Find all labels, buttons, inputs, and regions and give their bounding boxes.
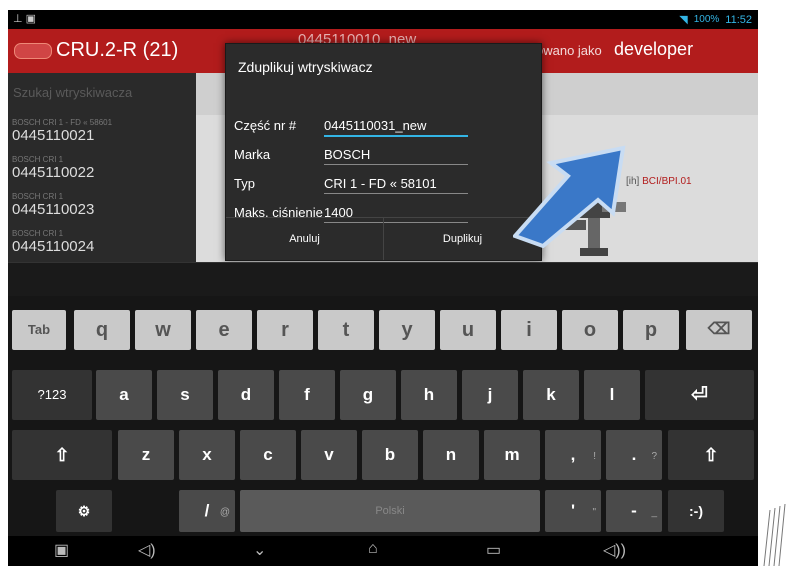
list-item[interactable]: BOSCH CRI 1 0445110022 — [12, 155, 94, 181]
duplicate-injector-dialog: Zduplikuj wtryskiwacz Część nr # 0445110… — [225, 43, 542, 261]
wifi-icon: ◥ — [679, 14, 688, 26]
injector-list: Szukaj wtryskiwacza BOSCH CRI 1 - FD « 5… — [8, 73, 196, 278]
volume-down-icon[interactable]: ◁) — [138, 540, 156, 560]
symbols-key[interactable]: ?123 — [12, 370, 92, 420]
volume-up-icon[interactable]: ◁)) — [603, 540, 626, 560]
key-f[interactable]: f — [279, 370, 335, 420]
recent-apps-icon[interactable]: ▭ — [486, 540, 501, 560]
clock: 11:52 — [725, 13, 752, 26]
key-q[interactable]: q — [74, 310, 130, 350]
app-logo-icon[interactable] — [14, 43, 52, 59]
search-input[interactable]: Szukaj wtryskiwacza — [13, 85, 132, 100]
app-title: CRU.2-R (21) — [56, 39, 179, 61]
list-item[interactable]: BOSCH CRI 1 0445110023 — [12, 192, 94, 218]
key-i[interactable]: i — [501, 310, 557, 350]
key-m[interactable]: m — [484, 430, 540, 480]
key-g[interactable]: g — [340, 370, 396, 420]
pointer-arrow-icon — [513, 145, 626, 248]
key-period[interactable]: .? — [606, 430, 662, 480]
key-l[interactable]: l — [584, 370, 640, 420]
brand-label: Marka — [234, 147, 271, 162]
key-s[interactable]: s — [157, 370, 213, 420]
key-dash[interactable]: - _ — [606, 490, 662, 532]
device-screen: ⊥ ▣ ◥ 100% 11:52 CRU.2-R (21) 0445110010… — [8, 10, 758, 566]
key-comma[interactable]: ,! — [545, 430, 601, 480]
part-number-input[interactable]: 0445110031_new — [324, 118, 468, 137]
back-icon[interactable]: ⌄ — [253, 540, 266, 560]
status-bar: ⊥ ▣ ◥ 100% 11:52 — [8, 10, 758, 29]
key-v[interactable]: v — [301, 430, 357, 480]
shift-left-icon[interactable]: ⇧ — [12, 430, 112, 480]
notification-icons: ⊥ ▣ — [13, 13, 37, 25]
key-k[interactable]: k — [523, 370, 579, 420]
dialog-title: Zduplikuj wtryskiwacz — [238, 59, 373, 75]
key-apostrophe[interactable]: ' " — [545, 490, 601, 532]
tab-key[interactable]: Tab — [12, 310, 66, 350]
shift-right-icon[interactable]: ⇧ — [668, 430, 754, 480]
space-bar[interactable]: Polski — [240, 490, 540, 532]
part-number-label: Część nr # — [234, 118, 297, 133]
type-input[interactable]: CRI 1 - FD « 58101 — [324, 176, 468, 194]
brand-input[interactable]: BOSCH — [324, 147, 468, 165]
key-n[interactable]: n — [423, 430, 479, 480]
battery-level: 100% — [693, 14, 720, 25]
key-d[interactable]: d — [218, 370, 274, 420]
system-nav-bar: ▣ ◁) ⌄ ⌂ ▭ ◁)) — [8, 536, 758, 566]
list-item[interactable]: BOSCH CRI 1 0445110024 — [12, 229, 94, 255]
key-u[interactable]: u — [440, 310, 496, 350]
key-a[interactable]: a — [96, 370, 152, 420]
key-p[interactable]: p — [623, 310, 679, 350]
home-icon[interactable]: ⌂ — [368, 540, 378, 558]
enter-icon[interactable]: ⏎ — [645, 370, 754, 420]
settings-icon[interactable]: ⚙ — [56, 490, 112, 532]
key-o[interactable]: o — [562, 310, 618, 350]
type-label: Typ — [234, 176, 255, 191]
key-r[interactable]: r — [257, 310, 313, 350]
cancel-button[interactable]: Anuluj — [226, 218, 384, 260]
key-w[interactable]: w — [135, 310, 191, 350]
smiley-key[interactable]: :-) — [668, 490, 724, 532]
candidate-bar — [8, 262, 758, 297]
screenshot-icon[interactable]: ▣ — [54, 540, 69, 560]
user-name[interactable]: developer — [614, 39, 693, 60]
key-y[interactable]: y — [379, 310, 435, 350]
key-x[interactable]: x — [179, 430, 235, 480]
backspace-icon[interactable]: ⌫ — [686, 310, 752, 350]
soft-keyboard: Tab q w e r t y u i o p ⌫ ?123 a s d f g… — [8, 296, 758, 536]
key-slash[interactable]: / @ — [179, 490, 235, 532]
key-j[interactable]: j — [462, 370, 518, 420]
key-t[interactable]: t — [318, 310, 374, 350]
key-z[interactable]: z — [118, 430, 174, 480]
decorative-stripes — [763, 503, 786, 566]
list-item[interactable]: BOSCH CRI 1 - FD « 58601 0445110021 — [12, 118, 112, 144]
key-e[interactable]: e — [196, 310, 252, 350]
key-b[interactable]: b — [362, 430, 418, 480]
key-h[interactable]: h — [401, 370, 457, 420]
key-c[interactable]: c — [240, 430, 296, 480]
logged-as-label: owano jako — [536, 43, 602, 58]
